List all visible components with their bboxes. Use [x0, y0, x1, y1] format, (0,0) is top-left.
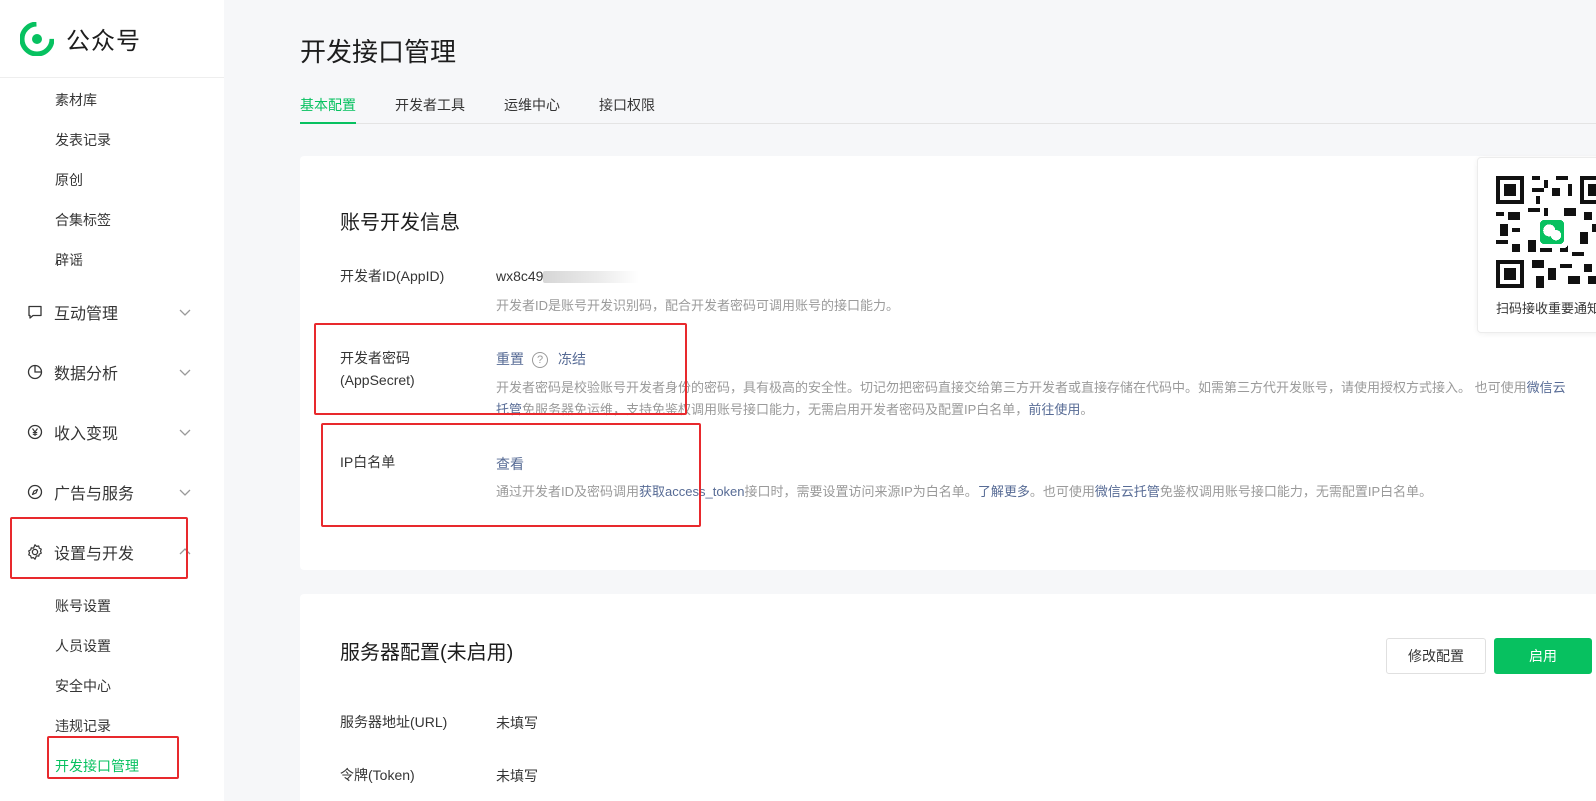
sidebar: 公众号 素材库 发表记录 原创 合集标签 辟谣 互动管理 数据分析 收入变现 广…: [0, 0, 224, 801]
sidebar-group-analytics[interactable]: 数据分析: [0, 342, 224, 402]
appid-value: wx8c49: [496, 268, 640, 284]
sidebar-item-security-center[interactable]: 安全中心: [0, 666, 224, 706]
wechat-cloud-hosting-link[interactable]: 微信云托管: [1095, 484, 1160, 499]
sidebar-group-interaction[interactable]: 互动管理: [0, 282, 224, 342]
tab-ops-center[interactable]: 运维中心: [504, 96, 560, 123]
learn-more-link[interactable]: 了解更多: [978, 484, 1030, 499]
qr-caption: 扫码接收重要通知: [1496, 301, 1596, 316]
desc-text: 接口时，需要设置访问来源IP为白名单。: [744, 484, 978, 499]
annotation-box-settings-dev: [10, 517, 188, 579]
desc-text: 。也可使用: [1029, 484, 1095, 499]
page-title: 开发接口管理: [300, 37, 457, 67]
server-url-label: 服务器地址(URL): [340, 714, 448, 730]
sidebar-item-rumor-refute[interactable]: 辟谣: [0, 240, 224, 280]
annotation-box-dev-interface: [47, 736, 179, 779]
appid-description: 开发者ID是账号开发识别码，配合开发者密码可调用账号的接口能力。: [496, 298, 900, 313]
tab-interface-permissions[interactable]: 接口权限: [599, 96, 655, 123]
qr-code-icon: [1496, 176, 1596, 288]
appid-blurred-part: [543, 271, 640, 284]
pie-chart-icon: [26, 363, 44, 381]
message-icon: [26, 303, 44, 321]
sidebar-item-original[interactable]: 原创: [0, 160, 224, 200]
chevron-down-icon: [179, 429, 191, 436]
enable-button[interactable]: 启用: [1494, 638, 1592, 674]
yen-icon: [26, 423, 44, 441]
section-title: 服务器配置(未启用): [340, 642, 514, 664]
chevron-down-icon: [179, 489, 191, 496]
sidebar-group-label: 广告与服务: [54, 486, 135, 503]
annotation-box-appsecret: [314, 323, 687, 415]
tab-basic-config[interactable]: 基本配置: [300, 96, 356, 124]
qr-notification-panel: 扫码接收重要通知: [1477, 157, 1596, 333]
compass-icon: [26, 483, 44, 501]
chevron-down-icon: [179, 369, 191, 376]
modify-config-button[interactable]: 修改配置: [1386, 638, 1486, 674]
sidebar-item-account-settings[interactable]: 账号设置: [0, 586, 224, 626]
sidebar-item-material-library[interactable]: 素材库: [0, 80, 224, 120]
desc-text: 免鉴权调用账号接口能力，无需配置IP白名单。: [1159, 484, 1433, 499]
wechat-mp-logo-icon: [20, 21, 54, 56]
desc-text: 。: [1080, 402, 1094, 417]
tab-bar: 基本配置 开发者工具 运维中心 接口权限: [300, 96, 1596, 124]
server-url-value: 未填写: [496, 715, 538, 731]
content-submenu: 素材库 发表记录 原创 合集标签 辟谣: [0, 78, 224, 280]
brand-name: 公众号: [66, 28, 141, 55]
token-label: 令牌(Token): [340, 767, 415, 783]
server-config-card: 服务器配置(未启用) 修改配置 启用 服务器地址(URL) 未填写 令牌(Tok…: [300, 594, 1596, 801]
section-title: 账号开发信息: [340, 212, 460, 234]
sidebar-group-label: 互动管理: [54, 306, 119, 323]
annotation-box-ip-whitelist: [321, 423, 701, 527]
sidebar-group-monetization[interactable]: 收入变现: [0, 402, 224, 462]
appid-visible-part: wx8c49: [496, 268, 544, 284]
token-value: 未填写: [496, 768, 538, 784]
sidebar-item-member-settings[interactable]: 人员设置: [0, 626, 224, 666]
sidebar-item-publish-records[interactable]: 发表记录: [0, 120, 224, 160]
sidebar-group-label: 数据分析: [54, 366, 119, 383]
tab-developer-tools[interactable]: 开发者工具: [395, 96, 465, 123]
sidebar-item-collection-tags[interactable]: 合集标签: [0, 200, 224, 240]
chevron-down-icon: [179, 309, 191, 316]
brand-header[interactable]: 公众号: [0, 0, 224, 78]
sidebar-group-label: 收入变现: [54, 426, 119, 443]
sidebar-group-ads-services[interactable]: 广告与服务: [0, 462, 224, 522]
appid-label: 开发者ID(AppID): [340, 268, 445, 284]
go-use-link[interactable]: 前往使用: [1028, 402, 1080, 417]
